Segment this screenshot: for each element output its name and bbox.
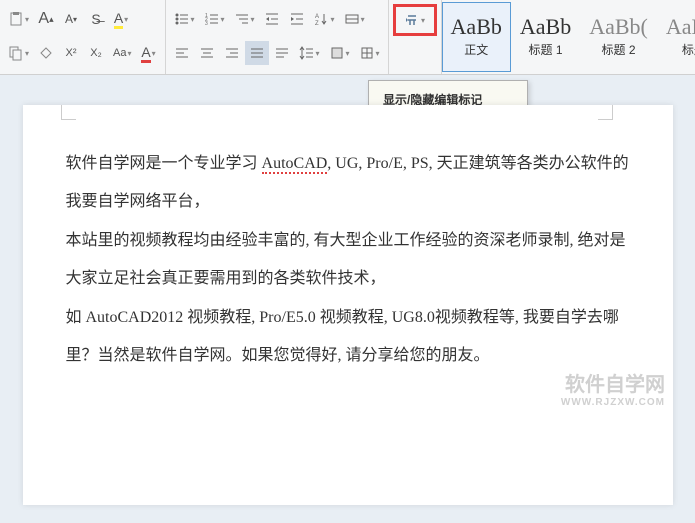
line-spacing-button[interactable]: ▾ [295, 41, 324, 65]
clear-format-button[interactable] [34, 41, 58, 65]
font-grow-button[interactable]: A▴ [34, 7, 58, 31]
font-color-button[interactable]: A▾ [137, 41, 161, 65]
numbering-button[interactable]: 123▾ [200, 7, 229, 31]
document-page[interactable]: 软件自学网是一个专业学习 AutoCAD, UG, Pro/E, PS, 天正建… [23, 105, 673, 505]
strikethrough-button[interactable]: S̶ [84, 7, 108, 31]
document-body[interactable]: 软件自学网是一个专业学习 AutoCAD, UG, Pro/E, PS, 天正建… [41, 135, 655, 385]
paste-button[interactable]: ▾ [4, 7, 33, 31]
show-hide-marks-button[interactable]: ▾ [393, 4, 437, 36]
style-normal[interactable]: AaBb 正文 [442, 2, 511, 72]
increase-indent-button[interactable] [285, 7, 309, 31]
spellcheck-word: AutoCAD [262, 155, 328, 174]
styles-gallery: AaBb 正文 AaBb 标题 1 AaBb( 标题 2 AaBbC 标题 3 [442, 0, 695, 74]
text-run: 如 AutoCAD2012 视频教程, Pro/E5.0 视频教程, UG8.0… [66, 309, 619, 364]
distribute-button[interactable] [270, 41, 294, 65]
style-heading1[interactable]: AaBb 标题 1 [511, 2, 580, 72]
style-heading2[interactable]: AaBb( 标题 2 [580, 2, 657, 72]
svg-text:Z: Z [315, 21, 319, 27]
align-left-button[interactable] [170, 41, 194, 65]
paragraph-group: ▾ 123▾ ▾ AZ▾ ▾ ▾ ▾ ▾ [166, 0, 389, 74]
multilevel-list-button[interactable]: ▾ [230, 7, 259, 31]
svg-text:A: A [315, 14, 319, 20]
copy-button[interactable]: ▾ [4, 41, 33, 65]
borders-button[interactable]: ▾ [355, 41, 384, 65]
marks-group: ▾ [389, 0, 442, 74]
align-center-button[interactable] [195, 41, 219, 65]
tab-button[interactable]: ▾ [340, 7, 369, 31]
svg-text:3: 3 [205, 21, 208, 27]
superscript-button[interactable]: X² [59, 41, 83, 65]
style-heading3[interactable]: AaBbC 标题 3 [657, 2, 695, 72]
margin-marker-left [61, 105, 76, 120]
text-run: 软件自学网是一个专业学习 [66, 155, 262, 172]
ribbon-toolbar: ▾ A▴ A▾ S̶ A▾ ▾ X² X₂ Aa▾ A▾ ▾ 123▾ ▾ AZ… [0, 0, 695, 75]
change-case-button[interactable]: Aa▾ [109, 41, 135, 65]
highlight-button[interactable]: A▾ [109, 7, 133, 31]
document-area: 软件自学网是一个专业学习 AutoCAD, UG, Pro/E, PS, 天正建… [0, 75, 695, 505]
font-shrink-button[interactable]: A▾ [59, 7, 83, 31]
shading-button[interactable]: ▾ [325, 41, 354, 65]
margin-marker-right [598, 105, 613, 120]
align-right-button[interactable] [220, 41, 244, 65]
text-run: 本站里的视频教程均由经验丰富的, 有大型企业工作经验的资深老师录制, 绝对是大家… [66, 232, 626, 287]
decrease-indent-button[interactable] [260, 7, 284, 31]
font-group: ▾ A▴ A▾ S̶ A▾ ▾ X² X₂ Aa▾ A▾ [0, 0, 166, 74]
bullets-button[interactable]: ▾ [170, 7, 199, 31]
align-justify-button[interactable] [245, 41, 269, 65]
subscript-button[interactable]: X₂ [84, 41, 108, 65]
sort-button[interactable]: AZ▾ [310, 7, 339, 31]
